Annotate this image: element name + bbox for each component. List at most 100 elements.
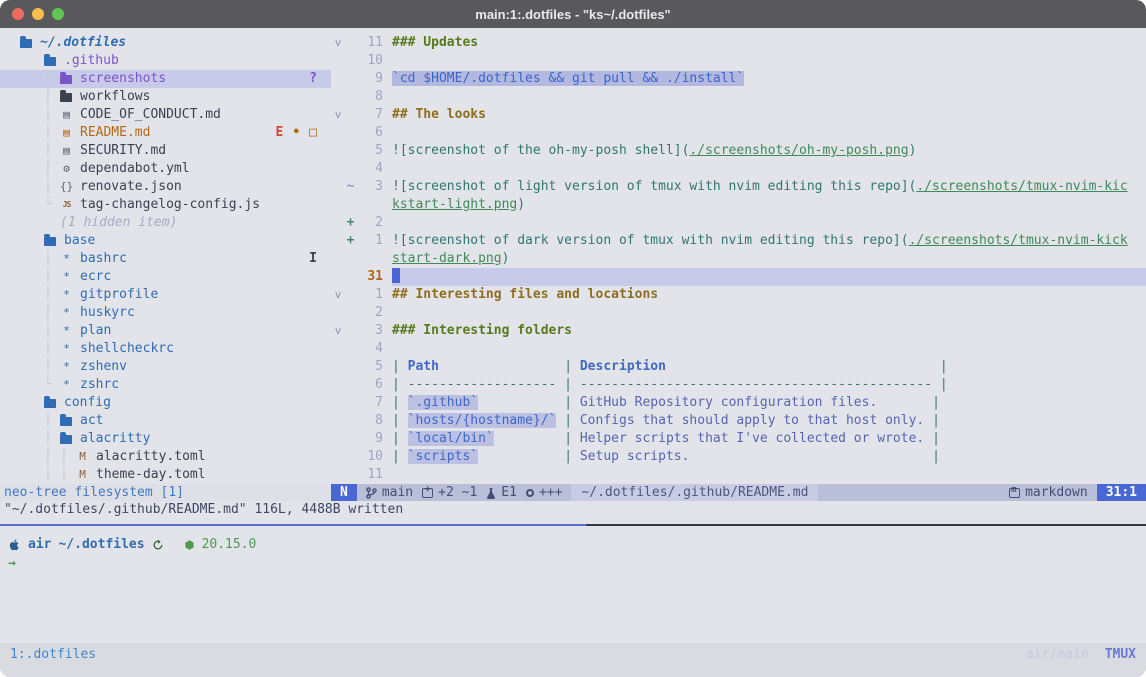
line-text: ![screenshot of dark version of tmux wit… (392, 232, 1146, 250)
editor-line[interactable]: +2 (331, 214, 1146, 232)
line-text (392, 88, 1146, 106)
tree-item-dependabot.yml[interactable]: │⚙dependabot.yml (0, 160, 331, 178)
editor-line[interactable]: 4 (331, 160, 1146, 178)
line-text: | `scripts` | Setup scripts. | (392, 448, 1146, 466)
fold-marker[interactable]: v (331, 286, 345, 304)
tree-item-label: act (80, 412, 103, 430)
tree-item-1hiddenitem[interactable]: (1 hidden item) (0, 214, 331, 232)
line-number: 1 (356, 286, 383, 304)
fold-marker[interactable]: v (331, 322, 345, 340)
fold-marker[interactable]: v (331, 34, 345, 52)
tree-item-base[interactable]: base (0, 232, 331, 250)
editor-line[interactable]: 5| Path | Description | (331, 358, 1146, 376)
syntax-span: | (932, 413, 940, 428)
gutter-sign (345, 196, 356, 214)
fold-marker (331, 88, 345, 106)
syntax-span: ![screenshot of dark version of tmux wit… (392, 233, 909, 248)
tree-item-label: config (64, 394, 111, 412)
editor-line[interactable]: 10| `scripts` | Setup scripts. | (331, 448, 1146, 466)
syntax-span: | (932, 449, 940, 464)
tree-item-security.md[interactable]: │▤SECURITY.md (0, 142, 331, 160)
tree-item-zshrc[interactable]: └*zshrc (0, 376, 331, 394)
editor-line[interactable]: 9`cd $HOME/.dotfiles && git pull && ./in… (331, 70, 1146, 88)
editor-line[interactable]: 7| `.github` | GitHub Repository configu… (331, 394, 1146, 412)
tmux-window-tab[interactable]: 1:.dotfiles (10, 645, 96, 665)
editor-line[interactable]: v7## The looks (331, 106, 1146, 124)
tree-item-shellcheckrc[interactable]: │*shellcheckrc (0, 340, 331, 358)
tree-item-code_of_conduct.md[interactable]: │▤CODE_OF_CONDUCT.md (0, 106, 331, 124)
star-file-icon: * (60, 304, 73, 322)
syntax-span: | (564, 359, 580, 374)
editor-line[interactable]: 6 (331, 124, 1146, 142)
tmux-pane-separator[interactable] (0, 524, 1146, 526)
tree-item-ecrc[interactable]: │*ecrc (0, 268, 331, 286)
markdown-icon (1009, 488, 1020, 498)
editor-line[interactable]: start-dark.png) (331, 250, 1146, 268)
tree-item-act[interactable]: │act (0, 412, 331, 430)
editor-line[interactable]: 31 (331, 268, 1146, 286)
tree-item-config[interactable]: config (0, 394, 331, 412)
editor-line[interactable]: 10 (331, 52, 1146, 70)
close-button[interactable] (12, 8, 24, 20)
tree-item-screenshots[interactable]: │screenshots? (0, 70, 331, 88)
tree-item-bashrc[interactable]: │*bashrcI (0, 250, 331, 268)
editor-line[interactable]: kstart-light.png) (331, 196, 1146, 214)
indent-guide: │ (44, 88, 60, 106)
editor-line[interactable]: +1![screenshot of dark version of tmux w… (331, 232, 1146, 250)
tree-item-alacritty[interactable]: │alacritty (0, 430, 331, 448)
line-text (392, 268, 1146, 286)
tree-item-~/.dotfiles[interactable]: ~/.dotfiles (0, 34, 331, 52)
git-status-badges: I (309, 250, 317, 268)
tmux-session-name: air/main (1026, 645, 1089, 665)
shell-pane[interactable]: air ~/.dotfiles 20.15.0 → (0, 530, 1146, 643)
star-file-icon: * (60, 250, 73, 268)
tree-item-renovate.json[interactable]: │{}renovate.json (0, 178, 331, 196)
editor-line[interactable]: 5![screenshot of the oh-my-posh shell](.… (331, 142, 1146, 160)
syntax-span (666, 359, 940, 374)
maximize-button[interactable] (52, 8, 64, 20)
text-cursor (392, 268, 400, 283)
syntax-span: start-dark.png (392, 251, 502, 266)
minimize-button[interactable] (32, 8, 44, 20)
tree-item-theme-day.toml[interactable]: ││Mtheme-day.toml (0, 466, 331, 484)
editor-line[interactable]: v1## Interesting files and locations (331, 286, 1146, 304)
tree-item-plan[interactable]: │*plan (0, 322, 331, 340)
gutter-sign (345, 286, 356, 304)
editor-line[interactable]: 8 (331, 88, 1146, 106)
syntax-span: | (392, 359, 408, 374)
neotree-statusline: neo-tree filesystem [1] (0, 484, 331, 501)
diagnostics-segment: E1 (486, 485, 517, 500)
indent-guide: │ (44, 304, 60, 322)
editor-line[interactable]: 8| `hosts/{hostname}/` | Configs that sh… (331, 412, 1146, 430)
tree-item-label: workflows (80, 88, 150, 106)
shell-cursor-line[interactable]: → (8, 555, 1138, 573)
tree-item-huskyrc[interactable]: │*huskyrc (0, 304, 331, 322)
fold-marker[interactable]: v (331, 106, 345, 124)
indent-guide: │ (60, 448, 76, 466)
md-file-icon: ▤ (60, 124, 73, 142)
indent-guide: │ (44, 340, 60, 358)
editor-line[interactable]: 2 (331, 304, 1146, 322)
tree-item-gitprofile[interactable]: │*gitprofile (0, 286, 331, 304)
syntax-span: `scripts` (408, 449, 478, 464)
tree-item-tag-changelog-config.js[interactable]: └JStag-changelog-config.js (0, 196, 331, 214)
editor-line[interactable]: 9| `local/bin` | Helper scripts that I'v… (331, 430, 1146, 448)
syntax-span: | (564, 449, 580, 464)
git-sync-icon (152, 539, 164, 551)
tree-item-label: shellcheckrc (80, 340, 174, 358)
editor-line[interactable]: 4 (331, 340, 1146, 358)
editor-line[interactable]: 11 (331, 466, 1146, 484)
tree-item-workflows[interactable]: │ workflows (0, 88, 331, 106)
editor-line[interactable]: v11### Updates (331, 34, 1146, 52)
syntax-span: `.github` (408, 395, 478, 410)
tree-item-zshenv[interactable]: │*zshenv (0, 358, 331, 376)
editor-line[interactable]: 6| ------------------- | ---------------… (331, 376, 1146, 394)
tree-item-.github[interactable]: .github (0, 52, 331, 70)
extra-segment: +++ (526, 485, 562, 500)
tree-item-alacritty.toml[interactable]: ││Malacritty.toml (0, 448, 331, 466)
editor-line[interactable]: ~3![screenshot of light version of tmux … (331, 178, 1146, 196)
tree-item-readme.md[interactable]: │▤README.mdE•□ (0, 124, 331, 142)
line-number: 5 (356, 142, 383, 160)
fold-marker (331, 196, 345, 214)
editor-line[interactable]: v3### Interesting folders (331, 322, 1146, 340)
